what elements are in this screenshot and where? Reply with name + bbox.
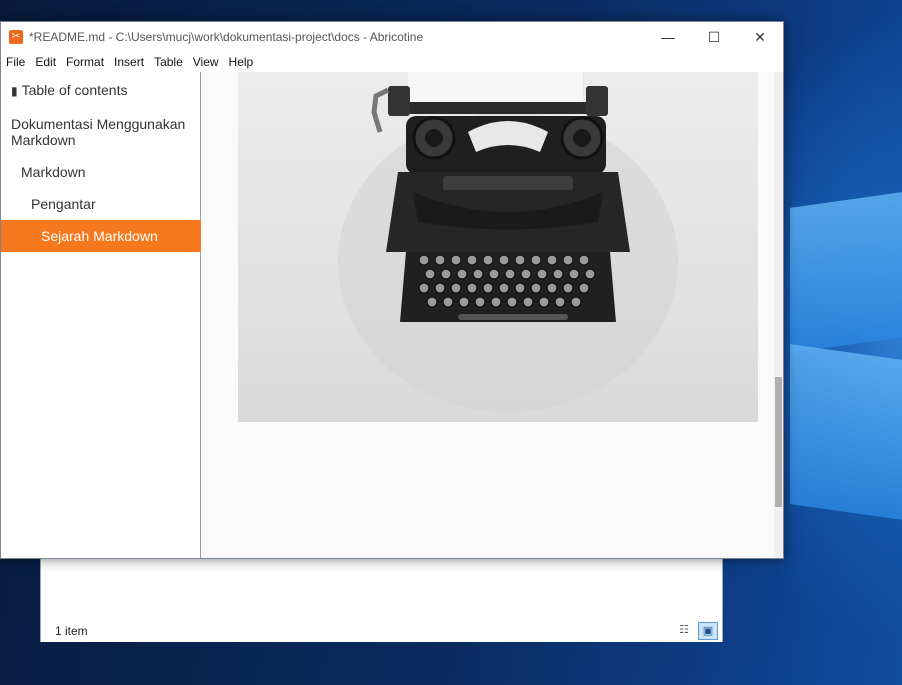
- details-view-icon[interactable]: ☷: [674, 622, 694, 640]
- typewriter-image: [238, 72, 758, 422]
- editor-content[interactable]: [202, 72, 774, 558]
- large-icons-view-icon[interactable]: ▣: [698, 622, 718, 640]
- explorer-status-text: 1 item: [55, 624, 88, 638]
- toc-sidebar: ▮ Table of contents Dokumentasi Menggunak…: [1, 72, 201, 558]
- maximize-button[interactable]: ☐: [691, 22, 737, 52]
- menu-view[interactable]: View: [188, 52, 224, 72]
- content-scrollbar[interactable]: [774, 72, 783, 558]
- minimize-button[interactable]: —: [645, 22, 691, 52]
- windows-logo-pane-bottom: [790, 344, 902, 520]
- menu-help[interactable]: Help: [224, 52, 259, 72]
- book-icon: ▮: [11, 84, 18, 98]
- menu-file[interactable]: File: [1, 52, 30, 72]
- menu-table[interactable]: Table: [149, 52, 188, 72]
- abricotine-icon: ✂: [9, 30, 23, 44]
- scrollbar-thumb[interactable]: [775, 377, 782, 507]
- toc-item-dokumentasi[interactable]: Dokumentasi Menggunakan Markdown: [1, 116, 201, 148]
- toc-item-sejarah-markdown[interactable]: Sejarah Markdown: [1, 220, 201, 252]
- toc-item-markdown[interactable]: Markdown: [1, 164, 201, 180]
- toc-item-pengantar[interactable]: Pengantar: [1, 196, 201, 212]
- menu-format[interactable]: Format: [61, 52, 109, 72]
- toc-heading: ▮ Table of contents: [11, 82, 127, 98]
- window-title: *README.md - C:\Users\mucj\work\dokument…: [29, 30, 424, 44]
- menu-edit[interactable]: Edit: [30, 52, 61, 72]
- menu-insert[interactable]: Insert: [109, 52, 149, 72]
- close-button[interactable]: ✕: [737, 22, 783, 52]
- toc-heading-label: Table of contents: [21, 82, 128, 98]
- typewriter-illustration: [338, 72, 678, 412]
- title-bar[interactable]: ✂ *README.md - C:\Users\mucj\work\dokume…: [1, 22, 783, 52]
- windows-logo-pane-top: [790, 192, 902, 353]
- abricotine-window: ✂ *README.md - C:\Users\mucj\work\dokume…: [0, 21, 784, 559]
- menu-bar: File Edit Format Insert Table View Help: [1, 52, 783, 72]
